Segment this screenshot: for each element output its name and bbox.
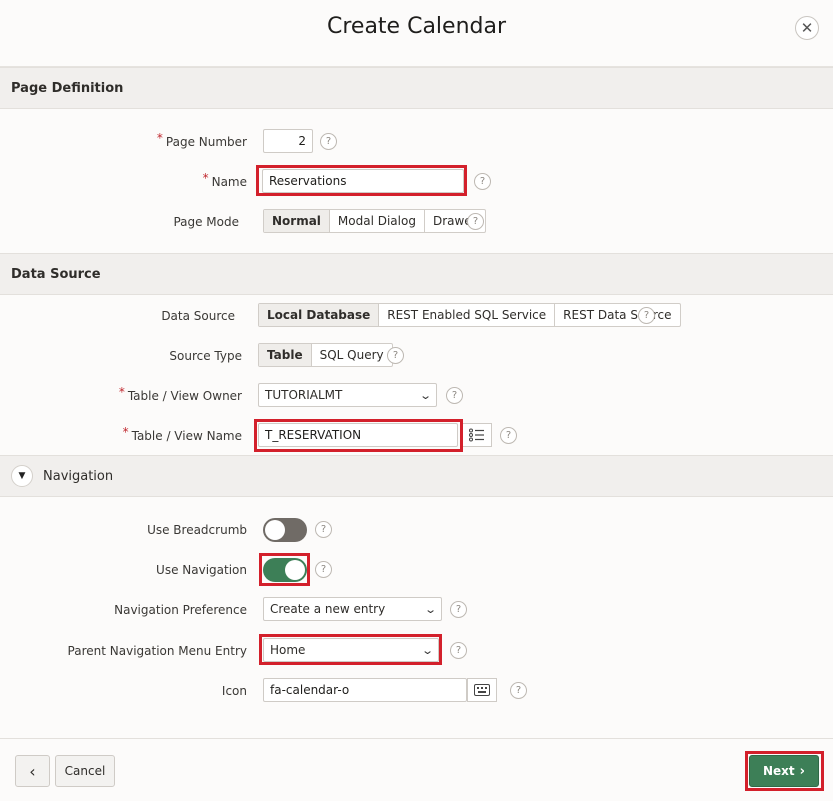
row-page-mode: Page Mode Normal Modal Dialog Drawer ? [0, 209, 833, 235]
navigation-preference-label: Navigation Preference [114, 603, 247, 617]
list-picker-button[interactable] [462, 423, 492, 447]
help-icon[interactable]: ? [500, 427, 517, 444]
chevron-down-icon: ⌄ [423, 602, 437, 616]
chevron-left-icon: ‹ [29, 761, 36, 781]
keyboard-icon [474, 684, 490, 696]
next-button[interactable]: Next › [749, 755, 819, 787]
help-icon[interactable]: ? [446, 387, 463, 404]
parent-entry-label: Parent Navigation Menu Entry [67, 644, 247, 658]
icon-input[interactable]: fa-calendar-o [263, 678, 467, 702]
chevron-down-icon: ⌄ [420, 643, 434, 657]
data-source-label: Data Source [161, 309, 235, 323]
section-page-definition: Page Definition [0, 67, 833, 109]
data-source-group: Local Database REST Enabled SQL Service … [258, 303, 681, 327]
owner-label: Table / View Owner [127, 389, 242, 403]
dialog-title: Create Calendar [326, 14, 507, 39]
row-source-type: Source Type Table SQL Query ? [0, 343, 833, 369]
table-name-input[interactable]: T_RESERVATION [258, 423, 458, 447]
section-navigation: ▼ Navigation [0, 455, 833, 497]
row-use-navigation: Use Navigation ? [0, 557, 833, 583]
help-icon[interactable]: ? [638, 307, 655, 324]
page-mode-group: Normal Modal Dialog Drawer [263, 209, 486, 233]
section-title: Navigation [43, 468, 114, 484]
dialog-footer: ‹ Cancel Next › [0, 738, 833, 801]
use-breadcrumb-label: Use Breadcrumb [147, 523, 247, 537]
chevron-down-icon: ⌄ [418, 388, 432, 402]
page-mode-normal[interactable]: Normal [264, 210, 330, 232]
icon-picker-button[interactable] [467, 678, 497, 702]
data-source-rest-sql[interactable]: REST Enabled SQL Service [379, 304, 556, 326]
use-navigation-toggle[interactable] [263, 558, 307, 582]
help-icon[interactable]: ? [315, 521, 332, 538]
use-navigation-label: Use Navigation [156, 563, 247, 577]
help-icon[interactable]: ? [450, 601, 467, 618]
list-icon [469, 428, 484, 442]
name-input[interactable]: Reservations [262, 169, 464, 193]
table-name-label: Table / View Name [131, 429, 242, 443]
navigation-preference-select[interactable]: Create a new entry ⌄ [263, 597, 442, 621]
section-data-source: Data Source [0, 253, 833, 295]
page-mode-label: Page Mode [173, 215, 239, 229]
source-type-sql-query[interactable]: SQL Query [312, 344, 392, 366]
help-icon[interactable]: ? [467, 213, 484, 230]
parent-entry-select[interactable]: Home ⌄ [263, 638, 439, 662]
row-data-source: Data Source Local Database REST Enabled … [0, 303, 833, 329]
chevron-right-icon: › [799, 763, 806, 779]
page-mode-modal-dialog[interactable]: Modal Dialog [330, 210, 425, 232]
row-parent-entry: Parent Navigation Menu Entry Home ⌄ ? [0, 638, 833, 664]
row-table-name: * Table / View Name T_RESERVATION ? [0, 423, 833, 449]
help-icon[interactable]: ? [474, 173, 491, 190]
owner-select[interactable]: TUTORIALMT ⌄ [258, 383, 437, 407]
use-breadcrumb-toggle[interactable] [263, 518, 307, 542]
source-type-group: Table SQL Query [258, 343, 393, 367]
page-number-label: Page Number [165, 135, 247, 149]
help-icon[interactable]: ? [315, 561, 332, 578]
row-page-number: * Page Number 2 ? [0, 129, 833, 155]
row-icon: Icon fa-calendar-o ? [0, 678, 833, 704]
section-title: Data Source [11, 266, 101, 282]
close-button[interactable]: ✕ [795, 16, 819, 40]
help-icon[interactable]: ? [510, 682, 527, 699]
collapse-toggle-icon[interactable]: ▼ [11, 465, 33, 487]
help-icon[interactable]: ? [387, 347, 404, 364]
name-label: Name [211, 175, 247, 189]
row-use-breadcrumb: Use Breadcrumb ? [0, 517, 833, 543]
help-icon[interactable]: ? [450, 642, 467, 659]
page-number-input[interactable]: 2 [263, 129, 313, 153]
row-name: * Name Reservations ? [0, 169, 833, 195]
data-source-rest-data[interactable]: REST Data Source [555, 304, 679, 326]
dialog-header: Create Calendar ✕ [0, 0, 833, 67]
row-navigation-preference: Navigation Preference Create a new entry… [0, 597, 833, 623]
close-icon: ✕ [800, 18, 814, 37]
icon-label: Icon [221, 684, 247, 698]
cancel-button[interactable]: Cancel [55, 755, 115, 787]
help-icon[interactable]: ? [320, 133, 337, 150]
row-owner: * Table / View Owner TUTORIALMT ⌄ ? [0, 383, 833, 409]
data-source-local-database[interactable]: Local Database [259, 304, 380, 326]
back-button[interactable]: ‹ [15, 755, 50, 787]
source-type-table[interactable]: Table [259, 344, 312, 366]
source-type-label: Source Type [169, 349, 242, 363]
section-title: Page Definition [11, 80, 124, 96]
